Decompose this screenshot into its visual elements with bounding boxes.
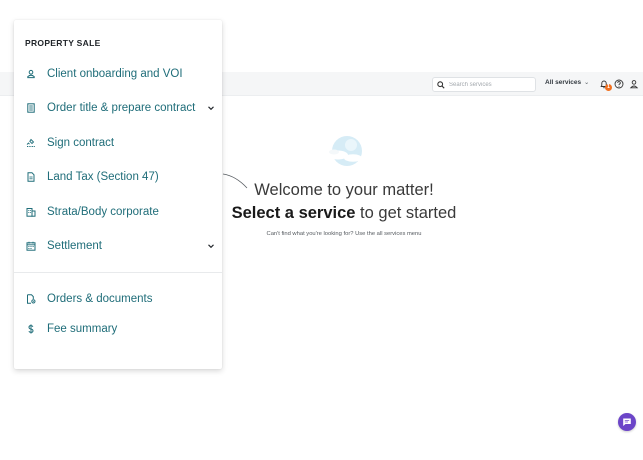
get-started-text: to get started (355, 204, 457, 222)
signature-icon (25, 138, 36, 149)
menu-title: PROPERTY SALE (25, 38, 101, 48)
notifications-button[interactable]: 1 (598, 78, 612, 91)
chevron-down-icon[interactable] (207, 242, 215, 250)
chat-icon (623, 418, 631, 426)
menu-item-sign-contract[interactable]: Sign contract (14, 132, 222, 154)
menu-item-label: Strata/Body corporate (47, 206, 159, 218)
help-hint: Can't find what you're looking for? Use … (266, 231, 422, 237)
menu-item-label: Settlement (47, 240, 102, 252)
person-icon (25, 69, 36, 80)
select-service-bold: Select a service (231, 204, 356, 222)
menu-item-strata[interactable]: Strata/Body corporate (14, 201, 222, 223)
service-menu: PROPERTY SALE Client onboarding and VOI … (14, 20, 222, 369)
chat-button[interactable] (618, 413, 636, 431)
menu-item-label: Fee summary (47, 323, 118, 335)
chevron-down-icon: ⌄ (584, 80, 590, 86)
building-icon (25, 207, 36, 218)
welcome-illustration (328, 136, 362, 166)
document-list-icon (25, 103, 36, 114)
search-input[interactable] (449, 78, 535, 91)
menu-item-orders-documents[interactable]: Orders & documents (14, 288, 222, 310)
select-service-heading: Select a service to get started (200, 204, 488, 223)
menu-item-label: Sign contract (47, 137, 115, 149)
menu-item-label: Orders & documents (47, 293, 153, 305)
help-icon (614, 79, 623, 88)
document-icon (25, 172, 36, 183)
calendar-icon (25, 241, 36, 252)
dollar-icon (25, 324, 36, 335)
menu-item-label: Land Tax (Section 47) (47, 171, 159, 183)
search-box[interactable] (432, 77, 536, 92)
menu-item-fee-summary[interactable]: Fee summary (14, 318, 222, 340)
menu-item-land-tax[interactable]: Land Tax (Section 47) (14, 166, 222, 188)
menu-item-label: Order title & prepare contract (47, 102, 196, 114)
connector-line (222, 173, 248, 189)
document-settings-icon (25, 294, 36, 305)
user-button[interactable] (628, 78, 639, 89)
menu-item-settlement[interactable]: Settlement (14, 235, 222, 257)
help-button[interactable] (613, 78, 624, 89)
all-services-dropdown[interactable]: All services ⌄ (545, 79, 589, 86)
search-icon (437, 80, 445, 89)
menu-divider (14, 272, 222, 273)
all-services-label: All services (545, 79, 582, 86)
menu-item-order-title[interactable]: Order title & prepare contract (14, 97, 222, 119)
menu-item-label: Client onboarding and VOI (47, 68, 183, 80)
chevron-down-icon[interactable] (207, 104, 215, 112)
user-icon (629, 79, 638, 88)
notification-badge: 1 (605, 84, 612, 91)
menu-item-client-onboarding[interactable]: Client onboarding and VOI (14, 63, 222, 85)
